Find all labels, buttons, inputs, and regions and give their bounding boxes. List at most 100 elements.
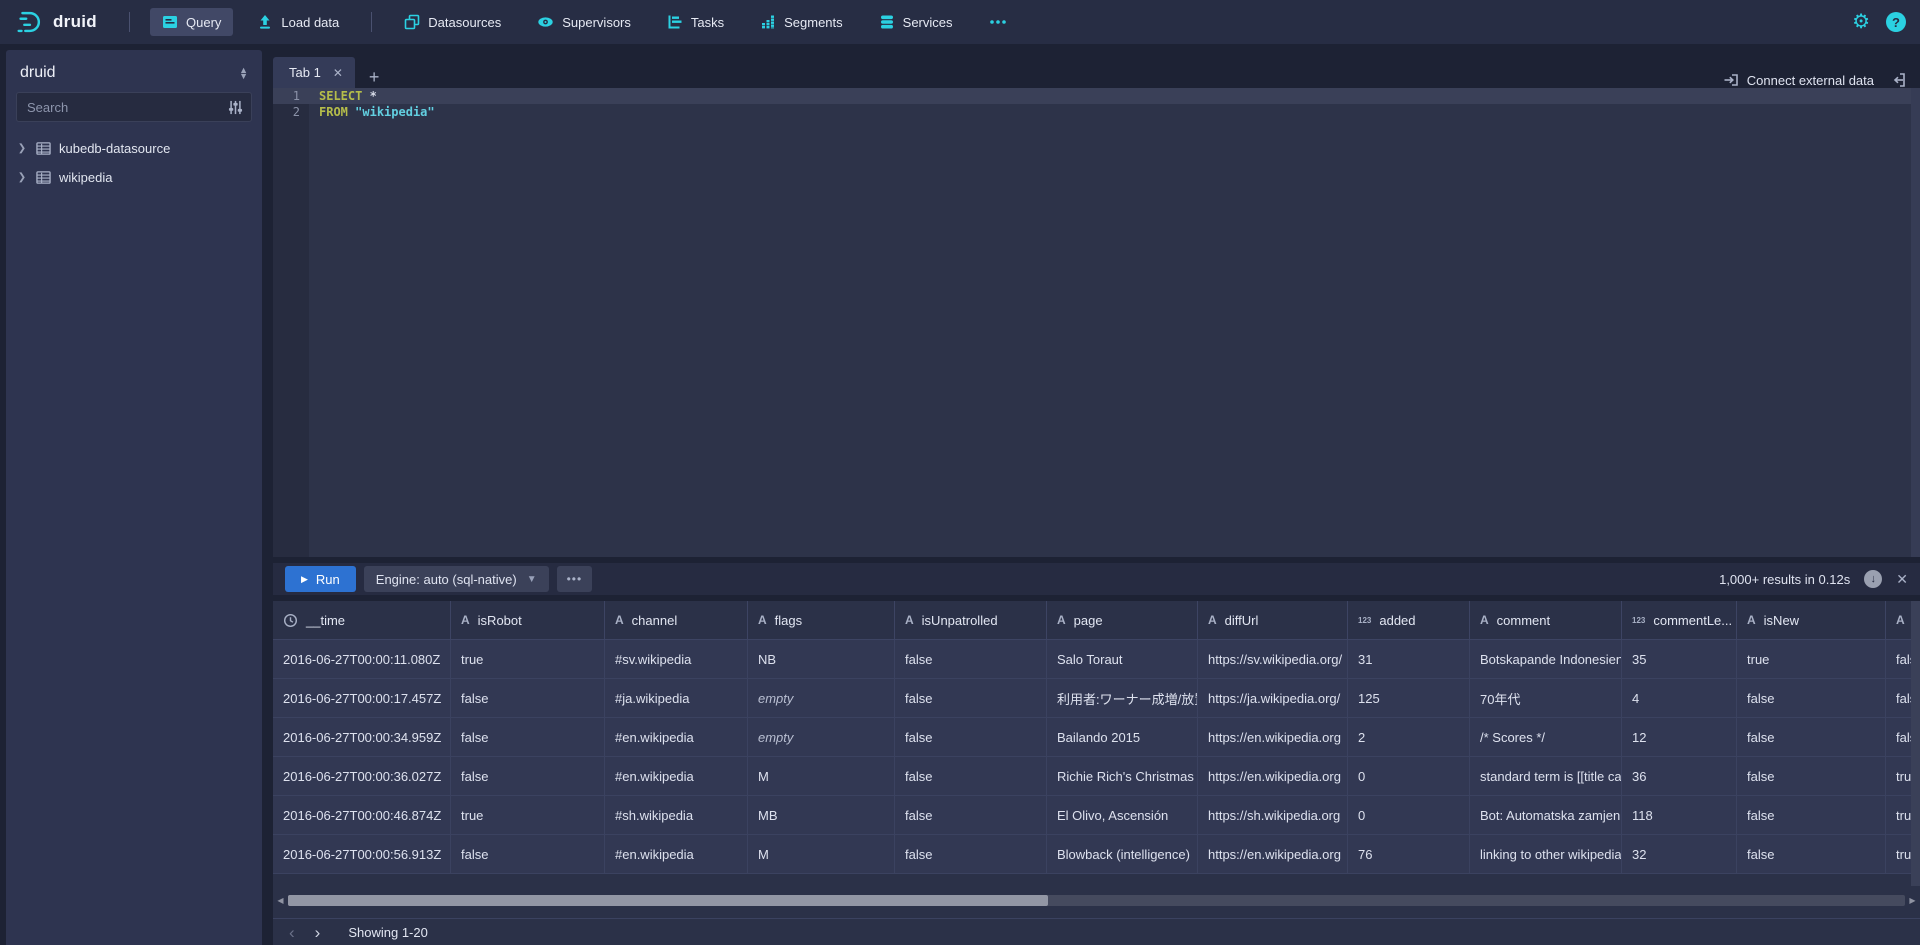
druid-logo[interactable]: druid — [14, 7, 97, 37]
nav-item-services[interactable]: Services — [867, 8, 965, 36]
table-cell[interactable]: Richie Rich's Christmas W — [1047, 757, 1198, 795]
table-cell[interactable]: NB — [748, 640, 895, 678]
table-cell[interactable]: https://en.wikipedia.org — [1198, 718, 1348, 756]
table-cell[interactable]: #en.wikipedia — [605, 718, 748, 756]
table-cell[interactable]: 4 — [1622, 679, 1737, 717]
column-header-__time[interactable]: __time — [273, 601, 451, 639]
table-cell[interactable]: false — [1737, 679, 1886, 717]
table-cell[interactable]: false — [451, 679, 605, 717]
nav-item-query[interactable]: Query — [150, 8, 233, 36]
table-cell[interactable]: 2016-06-27T00:00:11.080Z — [273, 640, 451, 678]
next-page-button[interactable]: › — [305, 924, 331, 941]
table-cell[interactable]: false — [895, 757, 1047, 795]
table-cell[interactable]: #en.wikipedia — [605, 835, 748, 873]
table-cell[interactable]: false — [1737, 718, 1886, 756]
table-cell[interactable]: MB — [748, 796, 895, 834]
column-header-page[interactable]: Apage — [1047, 601, 1198, 639]
horizontal-scroll-track[interactable] — [288, 895, 1905, 906]
table-cell[interactable]: empty — [748, 679, 895, 717]
download-results-icon[interactable]: ↓ — [1864, 570, 1882, 588]
query-more-button[interactable]: ••• — [557, 566, 593, 592]
table-cell[interactable]: standard term is [[title ca — [1470, 757, 1622, 795]
table-cell[interactable]: El Olivo, Ascensión — [1047, 796, 1198, 834]
table-cell[interactable]: Blowback (intelligence) — [1047, 835, 1198, 873]
table-cell[interactable]: linking to other wikipedia — [1470, 835, 1622, 873]
table-cell[interactable]: 利用者:ワーナー成増/放置 — [1047, 679, 1198, 717]
scroll-left-arrow-icon[interactable]: ◀ — [273, 893, 288, 908]
horizontal-scroll-thumb[interactable] — [288, 895, 1048, 906]
table-cell[interactable]: #sv.wikipedia — [605, 640, 748, 678]
table-cell[interactable]: 125 — [1348, 679, 1470, 717]
nav-item-segments[interactable]: Segments — [748, 8, 855, 36]
nav-item-datasources[interactable]: Datasources — [392, 8, 513, 36]
table-cell[interactable]: https://sh.wikipedia.org — [1198, 796, 1348, 834]
table-cell[interactable]: true — [451, 796, 605, 834]
table-cell[interactable]: https://sv.wikipedia.org/ — [1198, 640, 1348, 678]
table-cell[interactable]: 32 — [1622, 835, 1737, 873]
table-cell[interactable]: 0 — [1348, 757, 1470, 795]
new-tab-button[interactable]: + — [355, 67, 394, 88]
tree-item-wikipedia[interactable]: ❯wikipedia — [6, 163, 262, 192]
column-header-comment[interactable]: Acomment — [1470, 601, 1622, 639]
table-cell[interactable]: Bailando 2015 — [1047, 718, 1198, 756]
column-header-added[interactable]: 123added — [1348, 601, 1470, 639]
table-cell[interactable]: empty — [748, 718, 895, 756]
table-cell[interactable]: false — [451, 835, 605, 873]
collapse-panel-icon[interactable] — [1890, 72, 1906, 88]
table-cell[interactable]: true — [1737, 640, 1886, 678]
table-cell[interactable]: 70年代 — [1470, 679, 1622, 717]
engine-select-button[interactable]: Engine: auto (sql-native) ▼ — [364, 566, 549, 592]
table-cell[interactable]: Salo Toraut — [1047, 640, 1198, 678]
settings-gear-icon[interactable]: ⚙ — [1852, 12, 1870, 32]
table-cell[interactable]: 2016-06-27T00:00:34.959Z — [273, 718, 451, 756]
table-cell[interactable]: Bot: Automatska zamjen — [1470, 796, 1622, 834]
editor-code-area[interactable]: SELECT *FROM "wikipedia" — [309, 88, 1911, 557]
table-cell[interactable]: M — [748, 757, 895, 795]
editor-vertical-scrollbar[interactable] — [1911, 88, 1920, 557]
table-cell[interactable]: 2 — [1348, 718, 1470, 756]
table-cell[interactable]: https://en.wikipedia.org — [1198, 757, 1348, 795]
chevron-right-icon[interactable]: ❯ — [16, 143, 28, 154]
table-cell[interactable]: 2016-06-27T00:00:17.457Z — [273, 679, 451, 717]
code-line[interactable]: FROM "wikipedia" — [309, 104, 1911, 120]
prev-page-button[interactable]: ‹ — [279, 924, 305, 941]
results-vertical-scrollbar[interactable] — [1911, 601, 1920, 886]
connect-external-data-button[interactable]: Connect external data — [1723, 72, 1874, 88]
column-header-flags[interactable]: Aflags — [748, 601, 895, 639]
table-cell[interactable]: 35 — [1622, 640, 1737, 678]
table-cell[interactable]: false — [895, 835, 1047, 873]
search-input[interactable] — [17, 100, 220, 115]
run-button[interactable]: ▶ Run — [285, 566, 356, 592]
column-header-commentLe...[interactable]: 123commentLe... — [1622, 601, 1737, 639]
table-cell[interactable]: false — [1737, 796, 1886, 834]
table-cell[interactable]: 36 — [1622, 757, 1737, 795]
column-header-isUnpatrolled[interactable]: AisUnpatrolled — [895, 601, 1047, 639]
nav-item-load-data[interactable]: Load data — [245, 8, 351, 36]
table-cell[interactable]: false — [895, 679, 1047, 717]
sql-editor[interactable]: 12 SELECT *FROM "wikipedia" — [273, 88, 1920, 557]
scroll-right-arrow-icon[interactable]: ▶ — [1905, 893, 1920, 908]
table-cell[interactable]: Botskapande Indonesien — [1470, 640, 1622, 678]
table-cell[interactable]: M — [748, 835, 895, 873]
table-cell[interactable]: 2016-06-27T00:00:36.027Z — [273, 757, 451, 795]
table-cell[interactable]: true — [451, 640, 605, 678]
table-cell[interactable]: false — [451, 757, 605, 795]
table-cell[interactable]: 31 — [1348, 640, 1470, 678]
sort-caret-icon[interactable]: ▲▼ — [239, 67, 248, 79]
column-header-isRobot[interactable]: AisRobot — [451, 601, 605, 639]
table-cell[interactable]: #ja.wikipedia — [605, 679, 748, 717]
nav-item-more[interactable] — [977, 8, 1019, 36]
column-header-diffUrl[interactable]: AdiffUrl — [1198, 601, 1348, 639]
nav-item-tasks[interactable]: Tasks — [655, 8, 736, 36]
help-icon[interactable]: ? — [1886, 12, 1906, 32]
table-cell[interactable]: false — [1737, 835, 1886, 873]
table-cell[interactable]: #sh.wikipedia — [605, 796, 748, 834]
table-cell[interactable]: 0 — [1348, 796, 1470, 834]
table-cell[interactable]: 12 — [1622, 718, 1737, 756]
column-header-isNew[interactable]: AisNew — [1737, 601, 1886, 639]
close-results-icon[interactable]: ✕ — [1896, 571, 1908, 588]
table-cell[interactable]: https://ja.wikipedia.org/ — [1198, 679, 1348, 717]
filter-sliders-icon[interactable] — [220, 100, 251, 115]
tree-item-kubedb-datasource[interactable]: ❯kubedb-datasource — [6, 134, 262, 163]
table-cell[interactable]: 2016-06-27T00:00:46.874Z — [273, 796, 451, 834]
